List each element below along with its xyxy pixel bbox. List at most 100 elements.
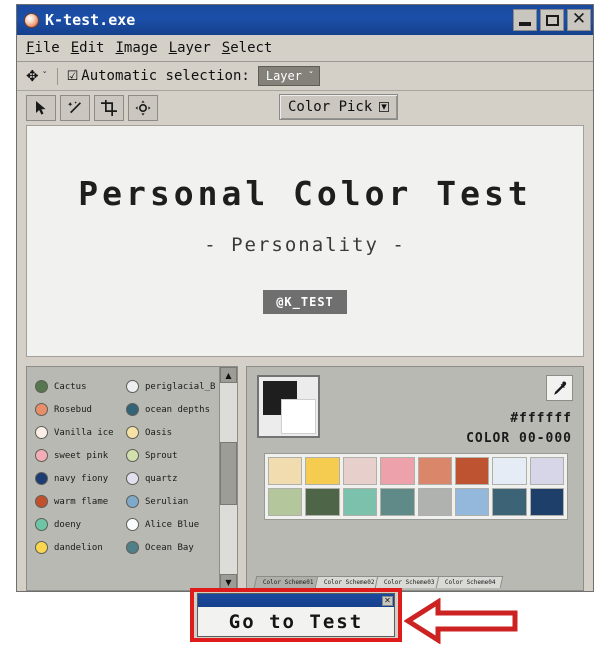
color-list-item[interactable]: sweet pink xyxy=(35,444,124,467)
palette-swatch[interactable] xyxy=(268,457,303,485)
menu-item-image[interactable]: Image xyxy=(115,39,157,57)
foreground-background-swatch[interactable] xyxy=(257,375,320,438)
palette-swatch[interactable] xyxy=(492,457,527,485)
scrollbar-track[interactable] xyxy=(220,383,237,574)
color-list-item[interactable]: periglacial_B xyxy=(126,375,215,398)
palette-swatch[interactable] xyxy=(342,488,378,516)
dialog-body[interactable]: Go to Test xyxy=(198,607,394,636)
color-list-item[interactable]: navy fiony xyxy=(35,467,124,490)
screenshot-root: K-test.exe ✕ File Edit Image Layer Selec… xyxy=(0,0,610,650)
palette-swatch[interactable] xyxy=(305,457,340,485)
background-color-swatch[interactable] xyxy=(281,399,316,434)
menu-label: elect xyxy=(230,40,273,56)
crop-tool-button[interactable] xyxy=(94,95,124,121)
color-list-item[interactable]: Serulian xyxy=(126,490,215,513)
eyedropper-icon xyxy=(554,381,567,395)
palette-swatch[interactable] xyxy=(529,488,564,516)
color-list-item[interactable]: ocean depths xyxy=(126,398,215,421)
window-controls: ✕ xyxy=(513,9,591,31)
color-list-item-label: quartz xyxy=(145,473,178,484)
color-scheme-tabs: Color Scheme01 Color Scheme02 Color Scheme… xyxy=(253,576,503,588)
palette-swatch[interactable] xyxy=(417,488,452,516)
palette-swatch[interactable] xyxy=(492,488,527,516)
target-move-icon xyxy=(135,100,151,116)
palette-swatch[interactable] xyxy=(305,488,340,516)
color-list-item-label: dandelion xyxy=(54,542,103,553)
color-list-item-label: navy fiony xyxy=(54,473,109,484)
color-list-item[interactable]: quartz xyxy=(126,467,215,490)
minimize-button[interactable] xyxy=(513,9,537,31)
move-target-tool-button[interactable] xyxy=(128,95,158,121)
menu-label: ayer xyxy=(177,40,211,56)
color-picker-panel: #ffffff COLOR 00-000 Color Scheme01 Color… xyxy=(246,366,584,591)
palette-swatch[interactable] xyxy=(380,488,415,516)
magic-wand-icon xyxy=(68,101,81,114)
color-scheme-tab-label: Color Scheme03 xyxy=(384,579,435,586)
menu-item-file[interactable]: File xyxy=(26,39,60,57)
color-list-item[interactable]: Cactus xyxy=(35,375,124,398)
menu-mnemonic: E xyxy=(70,40,80,56)
automatic-selection-label: Automatic selection: xyxy=(81,68,250,84)
magic-wand-tool-button[interactable] xyxy=(60,95,90,121)
palette-swatch[interactable] xyxy=(417,457,452,485)
color-swatch-dot xyxy=(35,541,48,554)
eyedropper-button[interactable] xyxy=(546,375,573,401)
arrow-select-tool-button[interactable] xyxy=(26,95,56,121)
color-scheme-tab[interactable]: Color Scheme04 xyxy=(435,576,503,588)
color-swatch-dot xyxy=(126,380,139,393)
menu-item-layer[interactable]: Layer xyxy=(169,39,211,57)
color-list-item[interactable]: Alice Blue xyxy=(126,513,215,536)
color-list-scrollbar[interactable]: ▲ ▼ xyxy=(219,367,237,590)
move-tool-indicator[interactable]: ✥ ˇ xyxy=(26,68,48,84)
canvas-subtitle: - Personality - xyxy=(204,234,406,256)
palette-swatch[interactable] xyxy=(342,457,378,485)
canvas-area[interactable]: Personal Color Test - Personality - @K_T… xyxy=(26,125,584,357)
scroll-up-icon[interactable]: ▲ xyxy=(220,367,237,383)
color-swatch-dot xyxy=(126,449,139,462)
automatic-selection-checkbox[interactable]: ☑ Automatic selection: xyxy=(67,68,250,84)
palette-swatch[interactable] xyxy=(268,488,303,516)
color-list-item[interactable]: Sprout xyxy=(126,444,215,467)
menu-item-select[interactable]: Select xyxy=(222,39,273,57)
dialog-close-button[interactable]: ✕ xyxy=(382,595,393,606)
color-list-item[interactable]: Vanilla ice xyxy=(35,421,124,444)
color-list-item[interactable]: dandelion xyxy=(35,536,124,559)
color-pick-label: Color Pick xyxy=(288,99,373,115)
color-list-item-label: sweet pink xyxy=(54,450,109,461)
color-list-item[interactable]: Oasis xyxy=(126,421,215,444)
dialog-titlebar: ✕ xyxy=(198,594,394,607)
color-swatch-dot xyxy=(35,403,48,416)
menu-label: mage xyxy=(123,40,158,56)
palette-row xyxy=(268,488,564,516)
color-list-item-label: Serulian xyxy=(145,496,189,507)
canvas-title: Personal Color Test xyxy=(78,174,532,213)
color-list-item[interactable]: doeny xyxy=(35,513,124,536)
menu-mnemonic: S xyxy=(221,40,231,56)
menu-item-edit[interactable]: Edit xyxy=(71,39,105,57)
color-swatch-dot xyxy=(126,495,139,508)
color-list-item[interactable]: Rosebud xyxy=(35,398,124,421)
color-scheme-tab[interactable]: Color Scheme01 xyxy=(253,576,321,588)
color-list-item[interactable]: warm flame xyxy=(35,490,124,513)
palette-swatch[interactable] xyxy=(454,457,490,485)
color-swatch-dot xyxy=(35,495,48,508)
color-pick-dropdown[interactable]: Color Pick ▾ xyxy=(279,94,398,120)
color-list-item[interactable]: Ocean Bay xyxy=(126,536,215,559)
palette-swatch[interactable] xyxy=(380,457,415,485)
color-swatch-dot xyxy=(35,426,48,439)
color-scheme-tab[interactable]: Color Scheme03 xyxy=(374,576,443,588)
scrollbar-thumb[interactable] xyxy=(220,442,237,506)
color-list-item-label: Oasis xyxy=(145,427,173,438)
close-button[interactable]: ✕ xyxy=(567,9,591,31)
arrow-cursor-icon xyxy=(36,101,46,115)
palette-swatch[interactable] xyxy=(454,488,490,516)
palette-swatch[interactable] xyxy=(529,457,564,485)
maximize-button[interactable] xyxy=(540,9,564,31)
chevron-down-icon: ˇ xyxy=(41,70,48,82)
menu-mnemonic: L xyxy=(168,40,178,56)
window-title: K-test.exe xyxy=(45,11,136,29)
layer-select-dropdown[interactable]: Layer ˇ xyxy=(257,66,320,86)
color-scheme-tab-label: Color Scheme01 xyxy=(262,579,314,586)
color-swatch-dot xyxy=(35,449,48,462)
color-scheme-tab[interactable]: Color Scheme02 xyxy=(314,576,382,588)
